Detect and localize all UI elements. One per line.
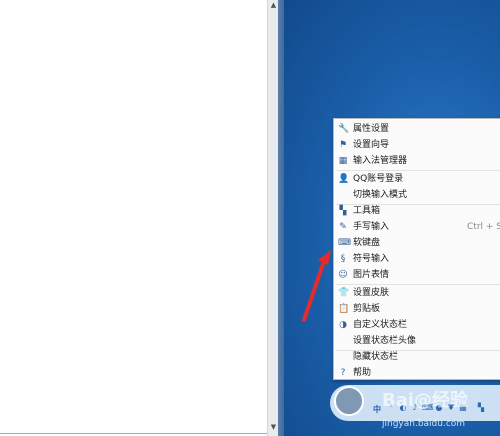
vertical-scrollbar[interactable]: ▲ ▼ — [267, 0, 278, 436]
menu-item-label: 剪贴板 — [353, 304, 381, 314]
watermark-logo: Bai@经验 — [382, 390, 469, 411]
menu-item-symbol-input[interactable]: § 符号输入 — [334, 251, 500, 267]
grid-square-icon: ▦ — [338, 156, 348, 166]
menu-item-toolbox[interactable]: ▚ 工具箱 — [334, 203, 500, 219]
menu-item-clipboard[interactable]: 📋 剪贴板 — [334, 301, 500, 317]
menu-item-label: 手写输入 — [353, 222, 390, 232]
palette-icon: ◑ — [339, 320, 347, 330]
toolbox-icon: ▚ — [339, 206, 347, 216]
menu-item-hide-status-bar[interactable]: 隐藏状态栏 — [334, 349, 500, 365]
shortcut-text: Ctrl + Sh — [467, 222, 500, 232]
menu-item-setup-wizard[interactable]: ⚑ 设置向导 — [334, 137, 500, 153]
menu-item-label: 属性设置 — [353, 124, 390, 134]
menu-item-label: 工具箱 — [353, 206, 381, 216]
menu-item-switch-mode[interactable]: 切换输入模式 — [334, 187, 500, 203]
menu-item-qq-login[interactable]: 👤 QQ账号登录 — [334, 171, 500, 187]
menu-item-label: 帮助 — [353, 368, 372, 378]
red-pointer-arrow — [302, 250, 331, 322]
menu-item-label: 符号输入 — [353, 254, 390, 264]
ime-avatar[interactable] — [334, 386, 364, 416]
ime-mode-label[interactable]: 中 — [373, 404, 381, 415]
menu-item-custom-status-bar[interactable]: ◑ 自定义状态栏 — [334, 317, 500, 333]
menu-item-label: 设置状态栏头像 — [353, 336, 417, 346]
menu-item-label: 图片表情 — [353, 270, 390, 280]
keyboard-icon: ⌨ — [338, 238, 351, 248]
smiley-icon: ☺ — [338, 270, 348, 280]
help-icon: ? — [340, 368, 346, 378]
menu-item-handwriting[interactable]: ✎ 手写输入 Ctrl + Sh — [334, 219, 500, 235]
menu-item-label: 隐藏状态栏 — [353, 352, 399, 362]
menu-item-image-emoji[interactable]: ☺ 图片表情 — [334, 267, 500, 283]
symbol-icon: § — [340, 254, 346, 264]
window-bottom-border — [0, 433, 267, 434]
clipboard-icon: 📋 — [338, 304, 350, 314]
menu-grid-icon[interactable]: ▚ — [476, 403, 486, 413]
menu-item-status-bar-avatar[interactable]: 设置状态栏头像 — [334, 333, 500, 349]
menu-item-label: 设置向导 — [353, 140, 390, 150]
flag-icon: ⚑ — [338, 140, 348, 150]
menu-item-label: 自定义状态栏 — [353, 320, 408, 330]
menu-item-ime-manager[interactable]: ▦ 输入法管理器 — [334, 153, 500, 169]
menu-item-label: 切换输入模式 — [353, 190, 408, 200]
watermark-url: jingyan.baidu.com — [382, 419, 466, 429]
wrench-icon: 🔧 — [338, 124, 350, 134]
scroll-down-icon[interactable]: ▼ — [269, 423, 278, 432]
menu-item-label: 软键盘 — [353, 238, 381, 248]
menu-item-properties[interactable]: 🔧 属性设置 — [334, 121, 500, 137]
scroll-up-icon[interactable]: ▲ — [269, 1, 278, 10]
menu-item-soft-keyboard[interactable]: ⌨ 软键盘 — [334, 235, 500, 251]
user-icon: 👤 — [338, 174, 350, 184]
tshirt-icon: 👕 — [338, 288, 350, 298]
ime-context-menu: 🔧 属性设置 ⚑ 设置向导 ▦ 输入法管理器 👤 QQ账号登录 切换输入模式 ▚… — [333, 118, 500, 380]
menu-item-skin-settings[interactable]: 👕 设置皮肤 — [334, 285, 500, 301]
menu-item-label: QQ账号登录 — [353, 174, 404, 184]
document-window — [0, 0, 267, 436]
menu-item-label: 输入法管理器 — [353, 156, 408, 166]
pen-icon: ✎ — [339, 222, 347, 232]
menu-item-label: 设置皮肤 — [353, 288, 390, 298]
menu-item-help[interactable]: ? 帮助 — [334, 365, 500, 381]
